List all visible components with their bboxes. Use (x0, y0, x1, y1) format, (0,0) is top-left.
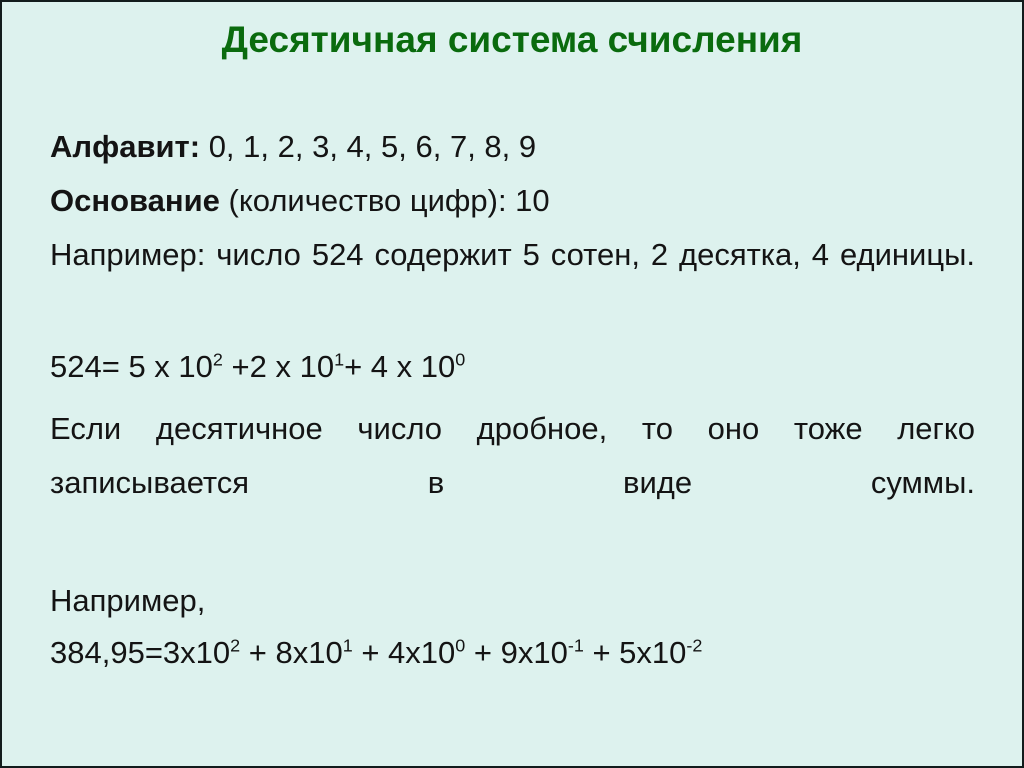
formula-fraction-sup5: -2 (686, 635, 703, 656)
formula-fraction: 384,95=3x102 + 8x101 + 4x100 + 9x10-1 + … (50, 628, 975, 678)
formula-fraction-part3: + 4x10 (352, 635, 456, 670)
formula-fraction-sup1: 2 (230, 635, 241, 656)
formula-integer-part1: 524= 5 x 10 (50, 349, 213, 384)
alphabet-value: 0, 1, 2, 3, 4, 5, 6, 7, 8, 9 (200, 129, 537, 164)
formula-fraction-sup4: -1 (567, 635, 584, 656)
slide: Десятичная система счисления Алфавит: 0,… (0, 0, 1024, 768)
formula-integer-sup1: 2 (212, 349, 223, 370)
fraction-note-text: Если десятичное число дробное, то оно то… (50, 411, 975, 500)
formula-fraction-part4: + 9x10 (465, 635, 568, 670)
base-value: (количество цифр): 10 (219, 183, 550, 218)
formula-integer-sup2: 1 (334, 349, 345, 370)
base-label: Основание (50, 183, 220, 218)
formula-fraction-sup2: 1 (342, 635, 353, 656)
alphabet-label: Алфавит: (50, 129, 201, 164)
alphabet-line: Алфавит: 0, 1, 2, 3, 4, 5, 6, 7, 8, 9 (50, 120, 975, 174)
slide-body: Алфавит: 0, 1, 2, 3, 4, 5, 6, 7, 8, 9 Ос… (50, 120, 975, 678)
formula-fraction-part1: 384,95=3x10 (50, 635, 231, 670)
example-label: Например, (50, 583, 206, 618)
formula-fraction-part2: + 8x10 (240, 635, 343, 670)
formula-integer-part3: + 4 x 10 (344, 349, 456, 384)
example-integer-text: Например: число 524 содержит 5 сотен, 2 … (50, 237, 975, 272)
fraction-note-paragraph: Если десятичное число дробное, то оно то… (50, 402, 975, 564)
formula-integer-sup3: 0 (455, 349, 466, 370)
example-integer-paragraph: Например: число 524 содержит 5 сотен, 2 … (50, 228, 975, 336)
formula-fraction-part5: + 5x10 (583, 635, 687, 670)
formula-integer: 524= 5 x 102 +2 x 101+ 4 x 100 (50, 342, 975, 392)
page-title: Десятичная система счисления (221, 19, 803, 60)
formula-integer-part2: +2 x 10 (222, 349, 335, 384)
base-line: Основание (количество цифр): 10 (50, 174, 975, 228)
formula-fraction-sup3: 0 (455, 635, 466, 656)
